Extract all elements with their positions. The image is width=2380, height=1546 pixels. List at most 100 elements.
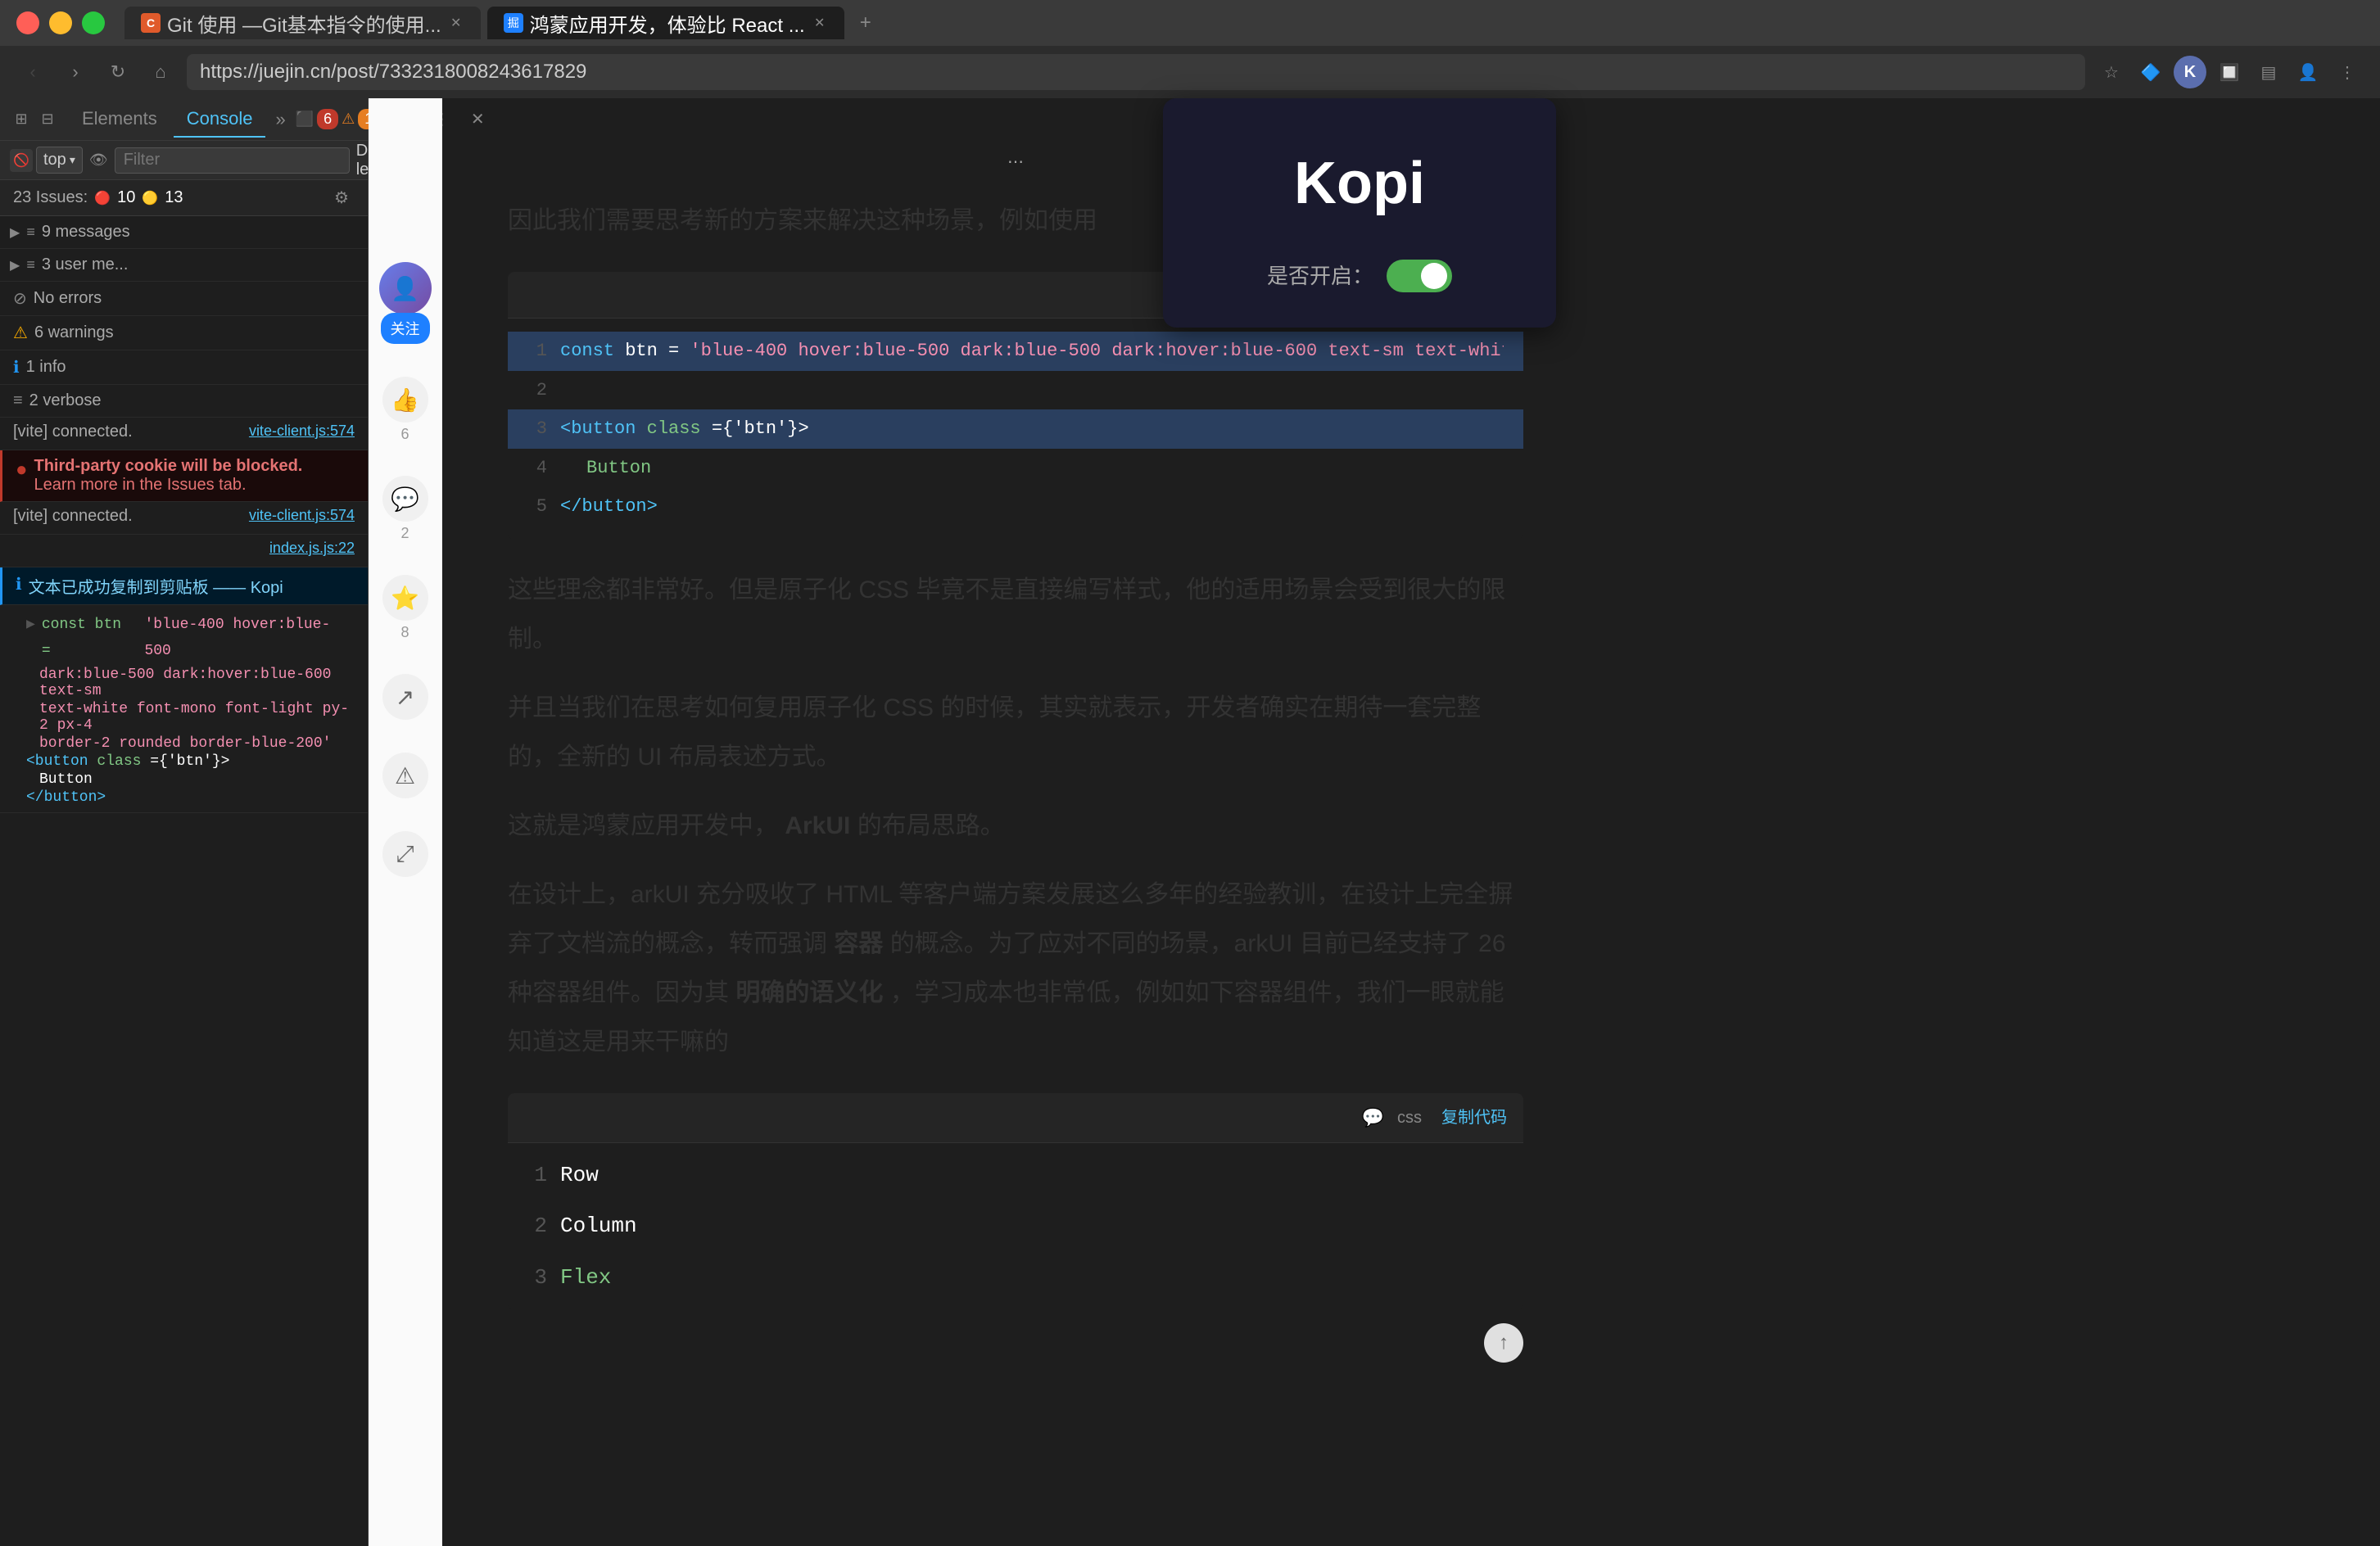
warnings-label: 6 warnings <box>34 323 114 342</box>
devtools-tab-bar: ⊞ ⊟ Elements Console » ⬛ 6 ⚠ 10 ⚙ ⋮ ✕ <box>0 98 368 141</box>
msg-location-2[interactable]: vite-client.js:574 <box>249 507 355 524</box>
issues-bar: 23 Issues: 🔴 10 🟡 13 ⚙ <box>0 180 368 216</box>
code-line-1: 1 const btn = 'blue-400 hover:blue-500 d… <box>508 332 1523 371</box>
console-msg-1: [vite] connected. vite-client.js:574 <box>0 418 368 450</box>
profile-icon[interactable]: 👤 <box>2292 56 2324 88</box>
css-comment-icon[interactable]: 💬 <box>1362 1101 1384 1134</box>
devtools-dock-icon[interactable]: ⊞ <box>10 108 33 131</box>
group-expand-icon: ▶ <box>10 224 20 241</box>
issues-warning-icon: 🟡 <box>142 190 158 206</box>
user-messages-group-header[interactable]: ▶ ≡ 3 user me... <box>0 249 368 281</box>
expand-icon: ⤢ <box>382 831 428 877</box>
expand-action[interactable]: ⤢ <box>382 831 428 877</box>
info-msg-text: 文本已成功复制到剪贴板 —— Kopi <box>29 574 283 598</box>
code-line-3: 3 <button class ={'btn'}> <box>508 409 1523 449</box>
back-button[interactable]: ‹ <box>16 56 49 88</box>
arkui-bold: ArkUI <box>785 812 857 839</box>
close-traffic-light[interactable] <box>16 11 39 34</box>
kopi-toggle-row: 是否开启： <box>1267 257 1452 296</box>
user-group-icon: ≡ <box>26 256 35 273</box>
extension-icon[interactable]: 🔷 <box>2134 56 2167 88</box>
eye-icon[interactable]: 👁 <box>89 149 108 172</box>
top-selector[interactable]: 🚫 top ▾ <box>10 147 83 174</box>
user-group-expand-icon: ▶ <box>10 257 20 273</box>
css-copy-button[interactable]: 复制代码 <box>1441 1103 1507 1132</box>
top-badge[interactable]: top ▾ <box>36 147 83 174</box>
more-options-icon[interactable]: ⋮ <box>2331 56 2364 88</box>
extension2-icon[interactable]: 🔲 <box>2213 56 2246 88</box>
like-icon: 👍 <box>382 377 428 423</box>
code-prev-button-text: Button <box>13 771 355 788</box>
msg-location-1[interactable]: vite-client.js:574 <box>249 423 355 440</box>
no-errors-label: No errors <box>34 289 102 308</box>
bookmark-action[interactable]: ⭐ 8 <box>382 575 428 641</box>
issues-error-count: 10 <box>117 188 135 207</box>
info-icon: ℹ <box>16 574 22 594</box>
line-content-2 <box>560 374 571 407</box>
bookmark-count: 8 <box>400 624 409 641</box>
maximize-traffic-light[interactable] <box>82 11 105 34</box>
warning-icon: ⚠ <box>342 111 355 128</box>
tab-close-juejin[interactable]: ✕ <box>812 15 828 31</box>
tab-close-git[interactable]: ✕ <box>448 15 464 31</box>
more-tabs-button[interactable]: » <box>269 102 292 137</box>
minimize-traffic-light[interactable] <box>49 11 72 34</box>
class-attr: class <box>647 418 701 439</box>
address-bar[interactable]: https://juejin.cn/post/73323180082436178… <box>187 54 2085 90</box>
info-item: ℹ 1 info <box>0 350 368 385</box>
css-code-content: 1 Row 2 Column 3 Flex <box>508 1143 1523 1310</box>
chevron-down-icon: ▾ <box>70 153 75 167</box>
issues-error-icon: 🔴 <box>94 190 111 206</box>
devtools-undock-icon[interactable]: ⊟ <box>36 108 59 131</box>
para3-prefix: 这就是鸿蒙应用开发中， <box>508 812 778 839</box>
group-label: 9 messages <box>42 223 130 242</box>
button-tag-open: <button <box>560 418 647 439</box>
forward-button[interactable]: › <box>59 56 92 88</box>
circle-icon: ⊘ <box>13 288 27 309</box>
para2-text: 并且当我们在思考如何复用原子化 CSS 的时候，其实就表示，开发者确实在期待一套… <box>508 694 1481 771</box>
tab-elements[interactable]: Elements <box>69 102 170 138</box>
warnings-item: ⚠ 6 warnings <box>0 316 368 350</box>
container-bold: 容器 <box>834 930 889 957</box>
error-msg-text: Third-party cookie will be blocked. <box>34 457 303 476</box>
add-tab-button[interactable]: + <box>851 8 880 38</box>
code-prev-const: const btn = <box>42 612 138 665</box>
comment-action[interactable]: 💬 2 <box>382 476 428 542</box>
filter-input[interactable] <box>115 147 350 174</box>
issues-label: 23 Issues: <box>13 188 88 207</box>
messages-group-header[interactable]: ▶ ≡ 9 messages <box>0 216 368 248</box>
warning-triangle-icon: ⚠ <box>13 323 28 343</box>
sidebar-icon[interactable]: ▤ <box>2252 56 2285 88</box>
follow-button[interactable]: 关注 <box>381 313 430 344</box>
error-dot-icon: ● <box>16 459 28 481</box>
share-icon: ↗ <box>382 674 428 720</box>
tab-juejin[interactable]: 掘 鸿蒙应用开发，体验比 React ... ✕ <box>487 7 844 39</box>
tab-favicon-git: C <box>141 13 161 33</box>
tab-git[interactable]: C Git 使用 —Git基本指令的使用... ✕ <box>124 7 481 39</box>
devtools-panel: ⊞ ⊟ Elements Console » ⬛ 6 ⚠ 10 ⚙ ⋮ ✕ <box>0 98 369 1546</box>
code-preview: ▶ const btn = 'blue-400 hover:blue-500 d… <box>0 605 368 813</box>
home-button[interactable]: ⌂ <box>144 56 177 88</box>
kopi-toggle[interactable] <box>1387 260 1452 292</box>
console-msg-info: ℹ 文本已成功复制到剪贴板 —— Kopi <box>0 567 368 605</box>
scroll-to-top-button[interactable]: ↑ <box>1484 1323 1523 1363</box>
report-action[interactable]: ⚠ <box>382 753 428 798</box>
code-prev-continuation3: border-2 rounded border-blue-200' <box>13 735 355 752</box>
semantic-bold: 明确的语义化 <box>735 979 889 1006</box>
comment-icon: 💬 <box>382 476 428 522</box>
divider-icon-top: ⋯ <box>1007 147 1024 177</box>
profile-k-icon[interactable]: K <box>2174 56 2206 88</box>
msg-location-3[interactable]: index.js.js:22 <box>269 540 355 557</box>
issues-settings-button[interactable]: ⚙ <box>328 185 355 211</box>
code-lines: 1 const btn = 'blue-400 hover:blue-500 d… <box>508 319 1523 540</box>
tab-label-juejin: 鸿蒙应用开发，体验比 React ... <box>530 9 805 38</box>
tab-console[interactable]: Console <box>174 102 266 138</box>
info-circle-icon: ℹ <box>13 357 20 377</box>
css-num-3: 3 <box>527 1259 547 1297</box>
para3-suffix: 的布局思路。 <box>857 812 1005 839</box>
bookmark-icon[interactable]: ☆ <box>2095 56 2128 88</box>
like-action[interactable]: 👍 6 <box>382 377 428 443</box>
refresh-button[interactable]: ↻ <box>102 56 134 88</box>
line-content-1: const btn = 'blue-400 hover:blue-500 dar… <box>560 335 1504 368</box>
share-action[interactable]: ↗ <box>382 674 428 720</box>
